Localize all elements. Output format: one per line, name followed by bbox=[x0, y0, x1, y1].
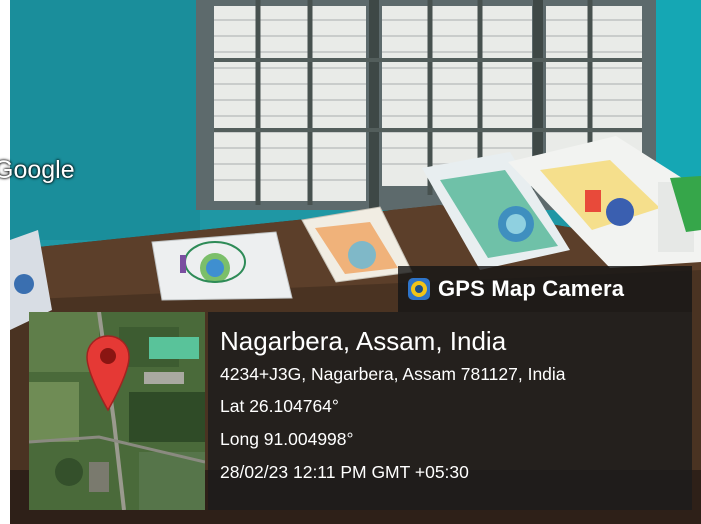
location-card: Nagarbera, Assam, India 4234+J3G, Nagarb… bbox=[208, 312, 692, 510]
geotagged-photo: Google GPS Map Camera Nagarbera, Assam, … bbox=[0, 0, 701, 524]
app-badge: GPS Map Camera bbox=[398, 266, 692, 312]
map-pin-icon bbox=[86, 335, 130, 412]
app-name: GPS Map Camera bbox=[438, 276, 625, 301]
address-text: 4234+J3G, Nagarbera, Assam 781127, India bbox=[220, 364, 566, 384]
datetime-text: 28/02/23 12:11 PM GMT +05:30 bbox=[220, 462, 469, 482]
longitude-text: Long 91.004998° bbox=[220, 429, 354, 449]
map-logo: Google bbox=[0, 156, 75, 184]
location-title: Nagarbera, Assam, India bbox=[220, 326, 507, 356]
latitude-text: Lat 26.104764° bbox=[220, 396, 339, 416]
camera-lens-icon bbox=[408, 278, 430, 300]
